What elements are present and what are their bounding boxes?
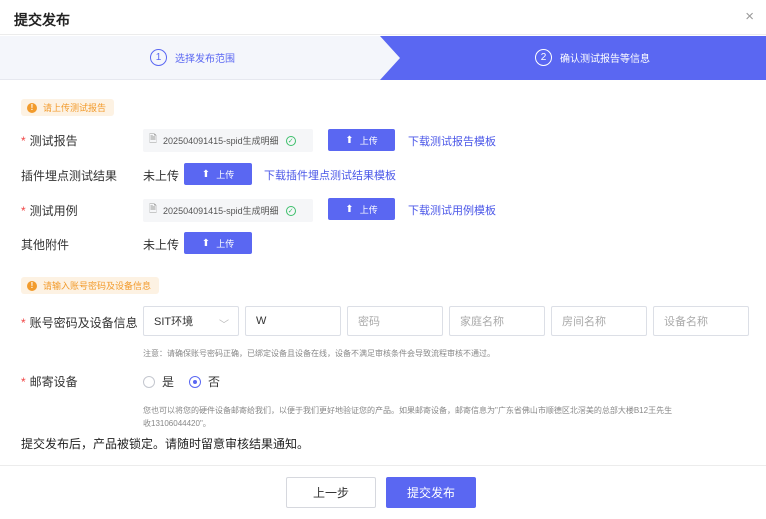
mail-device-label: * 邮寄设备 — [21, 375, 78, 389]
required-mark: * — [21, 204, 26, 218]
step-2-label: 确认测试报告等信息 — [560, 54, 650, 65]
required-mark: * — [21, 316, 26, 330]
lock-note: 提交发布后，产品被锁定。请随时留意审核结果通知。 — [21, 437, 310, 451]
mail-option-yes-label: 是 — [162, 375, 175, 389]
mail-option-no-label: 否 — [208, 375, 221, 389]
plugin-result-status: 未上传 — [143, 169, 180, 183]
account-input[interactable]: W — [245, 306, 341, 336]
radio-unchecked-icon — [143, 375, 155, 388]
mail-hint: 您也可以将您的硬件设备邮寄给我们，以便于我们更好地验证您的产品。如果邮寄设备，邮… — [143, 404, 753, 430]
document-icon: 🗎 — [149, 134, 158, 145]
other-attachments-label: 其他附件 — [21, 238, 70, 252]
mail-hint-line-1: 您也可以将您的硬件设备邮寄给我们，以便于我们更好地验证您的产品。如果邮寄设备，邮… — [143, 406, 673, 415]
footer-divider — [0, 465, 766, 466]
report-notice-text: 请上传测试报告 — [43, 103, 107, 113]
family-name-placeholder: 家庭名称 — [460, 316, 504, 328]
test-case-file-name: 202504091415-spid生成明细 — [163, 206, 279, 216]
environment-select[interactable]: SIT环境 ﹀ — [143, 306, 239, 336]
previous-step-button[interactable]: 上一步 — [286, 477, 376, 508]
plugin-result-template-link[interactable]: 下载插件埋点测试结果模板 — [264, 167, 396, 183]
required-mark: * — [21, 134, 26, 148]
active-step-arrow — [380, 36, 766, 80]
submit-publish-button[interactable]: 提交发布 — [386, 477, 476, 508]
other-attachments-upload-button[interactable]: ⬆ 上传 — [184, 232, 252, 254]
check-circle-icon: ✓ — [285, 205, 296, 216]
step-1-number: 1 — [150, 49, 167, 66]
account-hint: 注意：请确保账号密码正确，已绑定设备且设备在线，设备不满足审核条件会导致流程审核… — [143, 349, 495, 358]
mail-option-yes[interactable]: 是 — [143, 373, 174, 390]
upload-icon: ⬆ — [201, 237, 211, 249]
test-report-upload-button[interactable]: ⬆ 上传 — [328, 129, 395, 151]
upload-icon: ⬆ — [201, 168, 211, 180]
close-icon[interactable]: × — [745, 8, 754, 25]
required-mark: * — [21, 375, 26, 389]
warning-icon: ! — [27, 102, 37, 113]
plugin-result-upload-button[interactable]: ⬆ 上传 — [184, 163, 252, 185]
chevron-down-icon: ﹀ — [219, 320, 229, 331]
document-icon: 🗎 — [149, 204, 158, 215]
test-report-file-name: 202504091415-spid生成明细 — [163, 136, 279, 146]
account-notice-text: 请输入账号密码及设备信息 — [43, 281, 152, 291]
other-attachments-status: 未上传 — [143, 238, 180, 252]
test-report-template-link[interactable]: 下载测试报告模板 — [408, 133, 496, 149]
step-1: 1 选择发布范围 — [150, 49, 235, 66]
account-label: * 账号密码及设备信息 — [21, 316, 138, 330]
test-case-template-link[interactable]: 下载测试用例模板 — [408, 202, 496, 218]
test-case-upload-button[interactable]: ⬆ 上传 — [328, 198, 395, 220]
account-notice: ! 请输入账号密码及设备信息 — [21, 277, 160, 294]
dialog-header: 提交发布 × — [0, 0, 766, 35]
upload-icon: ⬆ — [345, 203, 354, 215]
device-name-input[interactable]: 设备名称 — [653, 306, 749, 336]
report-notice: ! 请上传测试报告 — [21, 99, 115, 116]
step-1-label: 选择发布范围 — [175, 54, 235, 65]
test-case-label: * 测试用例 — [21, 204, 78, 218]
step-2: 2 确认测试报告等信息 — [535, 49, 650, 66]
family-name-input[interactable]: 家庭名称 — [449, 306, 545, 336]
test-report-label: * 测试报告 — [21, 134, 78, 148]
mail-hint-line-2: 收13106044420"。 — [143, 419, 211, 428]
plugin-result-label: 插件埋点测试结果 — [21, 169, 118, 183]
step-2-number: 2 — [535, 49, 552, 66]
password-placeholder: 密码 — [358, 316, 380, 328]
warning-icon: ! — [27, 280, 37, 291]
radio-checked-icon — [189, 375, 201, 388]
environment-value: SIT环境 — [154, 316, 194, 328]
device-name-placeholder: 设备名称 — [664, 316, 708, 328]
password-input[interactable]: 密码 — [347, 306, 443, 336]
room-name-placeholder: 房间名称 — [562, 316, 606, 328]
check-circle-icon: ✓ — [285, 135, 296, 146]
test-case-file: 🗎 202504091415-spid生成明细 ✓ — [143, 199, 313, 222]
room-name-input[interactable]: 房间名称 — [551, 306, 647, 336]
account-value: W — [256, 315, 267, 327]
step-bar: 1 选择发布范围 2 确认测试报告等信息 — [0, 36, 766, 80]
test-report-file: 🗎 202504091415-spid生成明细 ✓ — [143, 129, 313, 152]
mail-option-no[interactable]: 否 — [189, 373, 220, 390]
upload-icon: ⬆ — [345, 134, 354, 146]
dialog-title: 提交发布 — [14, 12, 70, 28]
